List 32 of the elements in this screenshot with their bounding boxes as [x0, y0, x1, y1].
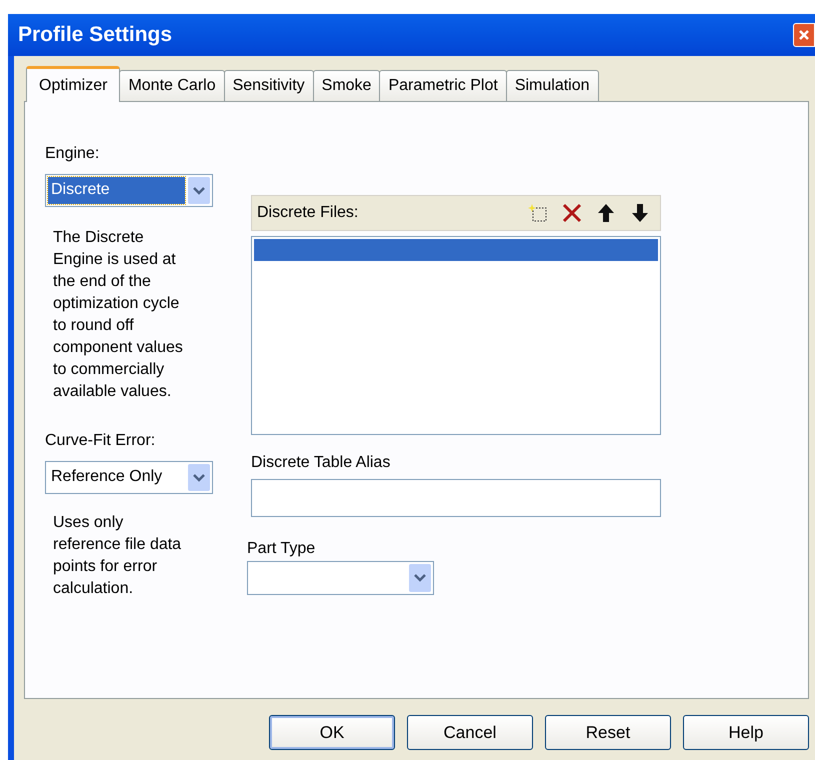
part-type-dropdown[interactable] — [247, 561, 434, 595]
tab[interactable]: Parametric Plot — [379, 70, 507, 102]
dialog-button[interactable]: OK — [269, 715, 395, 750]
curve-fit-error-label: Curve-Fit Error: — [45, 431, 156, 451]
engine-dropdown[interactable]: Discrete — [45, 174, 213, 207]
curve-fit-error-description: Uses only reference file data points for error calculation. — [53, 513, 182, 599]
curve-fit-error-dropdown-value: Reference Only — [50, 467, 164, 487]
window-title: Profile Settings — [17, 22, 172, 48]
close-button[interactable] — [793, 23, 815, 47]
part-type-label: Part Type — [247, 539, 316, 559]
engine-description: The Discrete Engine is used at the end of the optimization cycle to round off component values to commercially available values. — [53, 228, 184, 402]
tab[interactable]: Monte Carlo — [119, 70, 225, 102]
curve-fit-error-dropdown[interactable]: Reference Only — [45, 461, 213, 494]
delete-button[interactable] — [560, 201, 584, 225]
tab[interactable]: Simulation — [506, 70, 599, 102]
discrete-table-alias-label: Discrete Table Alias — [251, 453, 392, 473]
close-icon — [798, 29, 810, 41]
discrete-files-label: Discrete Files: — [257, 203, 358, 223]
dialog-button[interactable]: Reset — [545, 715, 671, 750]
tab[interactable]: Sensitivity — [224, 70, 314, 102]
dialog-button[interactable]: Cancel — [407, 715, 533, 750]
discrete-files-list[interactable] — [251, 236, 661, 435]
arrow-down-icon — [631, 203, 649, 223]
tab[interactable]: Smoke — [312, 70, 380, 102]
discrete-table-alias-field[interactable] — [251, 479, 661, 517]
engine-dropdown-value: Discrete — [48, 177, 185, 204]
delete-icon — [562, 203, 582, 223]
dialog-button[interactable]: Help — [683, 715, 809, 750]
arrow-up-icon — [597, 203, 615, 223]
new-item-icon — [528, 203, 548, 223]
engine-label: Engine: — [45, 144, 100, 164]
tab[interactable]: Optimizer — [26, 66, 120, 102]
